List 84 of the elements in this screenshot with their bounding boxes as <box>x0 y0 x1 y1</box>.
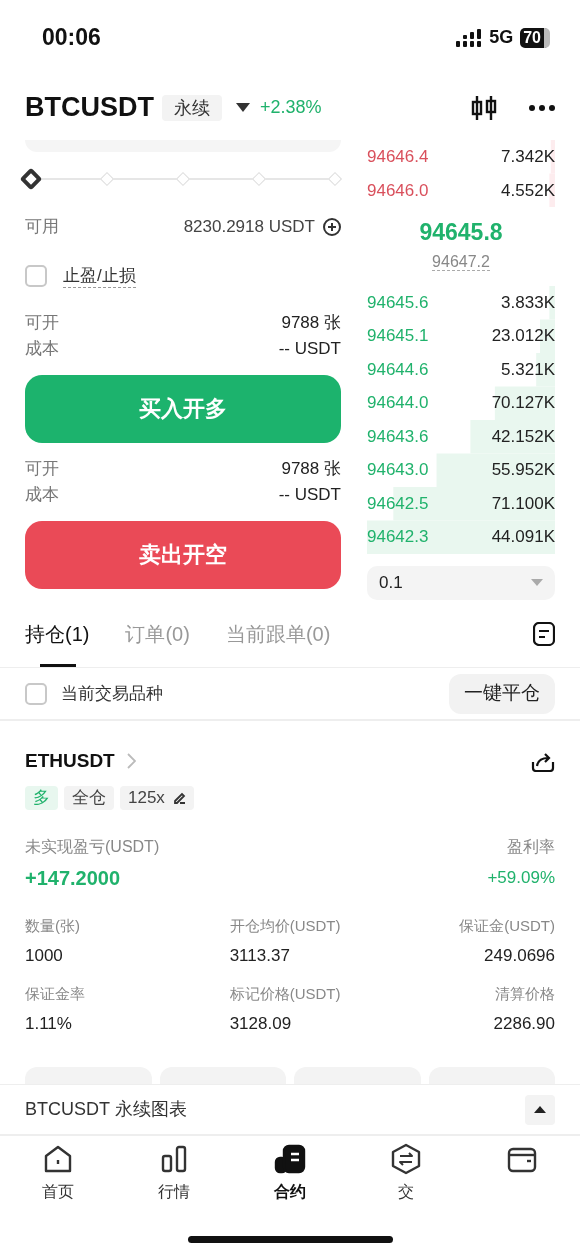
field-label: 清算价格 <box>495 983 555 1004</box>
order-price: 94646.4 <box>367 146 429 168</box>
position-tag: 全仓 <box>64 785 114 810</box>
order-amount: 55.952K <box>491 459 555 481</box>
order-price: 94642.5 <box>367 492 429 515</box>
info-label: 可开 <box>25 457 59 480</box>
field-label: 保证金(USDT) <box>459 915 555 936</box>
contract-icon <box>273 1142 307 1176</box>
share-icon[interactable] <box>531 750 555 773</box>
order-price: 94643.6 <box>367 425 429 448</box>
info-label: 成本 <box>25 483 59 506</box>
close-all-button[interactable]: 一键平仓 <box>449 673 555 714</box>
info-value: 9788 张 <box>281 311 341 334</box>
field-label: 保证金率 <box>25 983 85 1004</box>
more-icon[interactable] <box>529 104 555 111</box>
available-label: 可用 <box>25 216 59 238</box>
signal-icon <box>456 28 483 47</box>
info-label: 可开 <box>25 311 59 334</box>
order-amount: 23.012K <box>491 325 555 347</box>
battery-indicator: 70 <box>520 27 550 48</box>
status-time: 00:06 <box>42 23 101 53</box>
order-price: 94644.6 <box>367 358 429 381</box>
document-icon[interactable] <box>533 621 555 646</box>
caret-up-icon <box>534 1106 546 1113</box>
order-amount: 4.552K <box>501 179 555 202</box>
order-price: 94646.0 <box>367 179 429 202</box>
order-price: 94643.0 <box>367 459 429 481</box>
order-amount: 3.833K <box>501 291 555 314</box>
field-value: 1.11% <box>25 1013 72 1035</box>
position-tag[interactable]: 125x <box>120 785 194 810</box>
field-value: 3113.37 <box>229 945 290 967</box>
expand-button[interactable] <box>525 1094 555 1125</box>
pencil-icon <box>172 791 186 804</box>
order-price: 94644.0 <box>367 392 429 414</box>
order-price: 94645.1 <box>367 325 429 347</box>
field-value: 249.0696 <box>484 945 555 967</box>
nav-item[interactable]: 首页 <box>0 1142 116 1228</box>
field-value: 3128.09 <box>229 1013 292 1035</box>
roe-label: 盈利率 <box>507 836 555 857</box>
mark-price: 94647.2 <box>432 252 490 271</box>
order-amount: 71.100K <box>491 492 555 515</box>
tp-sl-checkbox[interactable] <box>25 265 47 287</box>
order-amount: 44.091K <box>491 526 555 548</box>
filter-label: 当前交易品种 <box>61 682 163 705</box>
order-amount: 42.152K <box>491 425 555 448</box>
position-tag: 多 <box>25 785 58 810</box>
info-value: 9788 张 <box>281 457 341 480</box>
info-value: -- USDT <box>278 337 341 360</box>
contract-type-tag: 永续 <box>162 94 222 121</box>
chart-panel-title[interactable]: BTCUSDT 永续图表 <box>25 1096 187 1123</box>
price-change: +2.38% <box>260 96 322 119</box>
field-label: 开仓均价(USDT) <box>229 915 341 936</box>
available-value: 8230.2918 USDT <box>183 216 315 238</box>
field-label: 数量(张) <box>25 915 80 936</box>
field-label: 标记价格(USDT) <box>229 983 341 1004</box>
pnl-value: +147.2000 <box>25 865 121 891</box>
field-value: 1000 <box>25 945 63 967</box>
add-icon[interactable] <box>323 217 341 236</box>
symbol-title[interactable]: BTCUSDT <box>25 87 154 128</box>
order-amount: 70.127K <box>491 392 555 414</box>
order-amount: 5.321K <box>501 358 555 381</box>
nav-item[interactable]: 行情 <box>116 1142 232 1228</box>
nav-item[interactable]: 合约 <box>232 1142 348 1228</box>
sell-short-button[interactable]: 卖出开空 <box>25 520 341 589</box>
position-tab[interactable]: 持仓(1) <box>25 600 90 667</box>
pnl-label: 未实现盈亏(USDT) <box>25 836 160 857</box>
precision-select[interactable]: 0.1 <box>367 565 555 600</box>
order-amount: 7.342K <box>501 146 555 168</box>
position-symbol[interactable]: ETHUSDT <box>25 747 115 776</box>
field-value: 2286.90 <box>493 1013 555 1035</box>
order-price: 94642.3 <box>367 526 429 548</box>
caret-down-icon[interactable] <box>236 103 250 112</box>
order-price: 94645.6 <box>367 291 429 314</box>
last-price: 94645.8 <box>418 218 504 247</box>
caret-down-icon <box>531 579 543 587</box>
network-label: 5G <box>489 26 514 49</box>
candlestick-icon[interactable] <box>471 93 497 122</box>
roe-value: +59.09% <box>487 866 555 889</box>
tp-sl-label[interactable]: 止盈/止损 <box>63 264 136 288</box>
nav-item[interactable]: 交 <box>348 1142 464 1228</box>
filter-checkbox[interactable] <box>25 682 47 705</box>
exchange-icon <box>389 1142 423 1176</box>
info-value: -- USDT <box>278 483 341 506</box>
info-label: 成本 <box>25 337 59 360</box>
